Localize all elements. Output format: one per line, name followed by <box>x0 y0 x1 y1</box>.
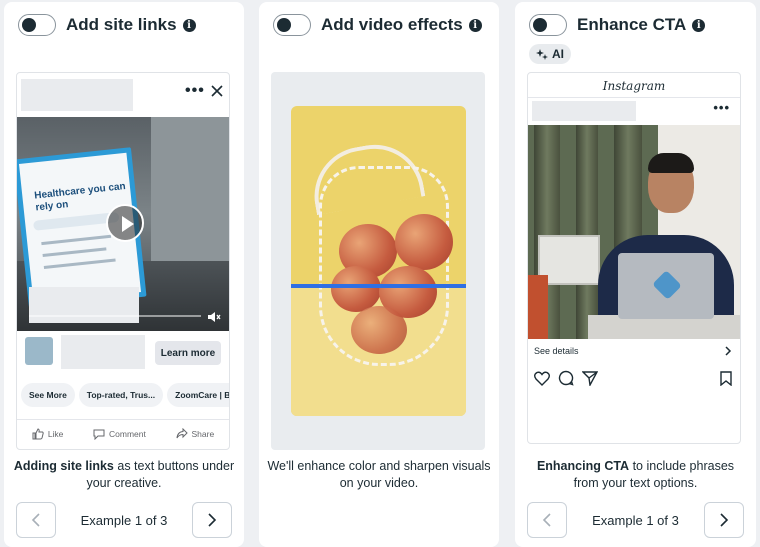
site-links-title: Add site links <box>66 15 177 34</box>
example-pager: Example 1 of 3 <box>16 502 232 538</box>
caption-placeholder <box>29 287 139 323</box>
chevron-right-icon <box>208 513 217 527</box>
info-icon[interactable]: i <box>468 18 482 32</box>
sparkle-icon <box>536 49 548 60</box>
see-details-bar[interactable]: See details <box>534 343 732 359</box>
comment-action[interactable]: Comment <box>93 428 146 440</box>
before-after-video <box>291 106 466 416</box>
comment-icon <box>93 429 105 440</box>
ai-badge: AI <box>529 44 571 64</box>
chevron-left-icon <box>31 513 40 527</box>
peach <box>351 306 407 354</box>
chevron-right-icon <box>720 513 729 527</box>
chevron-right-icon <box>725 346 732 356</box>
video-effects-description: We'll enhance color and sharpen visuals … <box>267 459 491 490</box>
pager-label: Example 1 of 3 <box>80 512 168 528</box>
share-label: Share <box>191 428 215 439</box>
next-button[interactable] <box>192 502 232 538</box>
wall-background <box>151 117 229 267</box>
enhance-cta-card: Enhance CTA i AI Instagram ••• See detai… <box>515 2 756 547</box>
send-icon[interactable] <box>582 370 598 386</box>
red-object <box>528 275 548 339</box>
enhance-cta-title: Enhance CTA <box>577 15 687 34</box>
like-label: Like <box>47 428 64 439</box>
toggle-knob <box>533 18 547 32</box>
video-effects-preview <box>271 72 485 450</box>
mute-icon[interactable] <box>207 311 221 323</box>
sign-line <box>42 247 107 258</box>
like-action[interactable]: Like <box>32 427 64 440</box>
instagram-ad-preview: Instagram ••• See details <box>527 72 741 444</box>
more-icon[interactable]: ••• <box>713 101 730 114</box>
video-effects-title: Add video effects <box>321 15 463 34</box>
chevron-left-icon <box>542 513 551 527</box>
site-link-chip[interactable]: ZoomCare | Beyo <box>167 383 229 407</box>
page-name-placeholder <box>21 79 133 111</box>
ad-image[interactable] <box>528 125 740 339</box>
laptop <box>618 253 714 319</box>
comparison-divider <box>291 284 466 288</box>
video-effects-toggle[interactable] <box>273 14 311 36</box>
enhance-cta-toggle[interactable] <box>529 14 567 36</box>
video-effects-card: Add video effects i We'll enhance color … <box>259 2 499 547</box>
site-links-toggle[interactable] <box>18 14 56 36</box>
like-icon <box>32 427 44 439</box>
site-links-description: Adding site links as text buttons under … <box>12 458 236 492</box>
previous-button[interactable] <box>16 502 56 538</box>
sign-line <box>43 258 116 269</box>
learn-more-button[interactable]: Learn more <box>155 341 221 365</box>
tree <box>576 125 598 339</box>
post-actions: Like Comment Share <box>17 419 229 447</box>
comment-label: Comment <box>109 428 146 439</box>
enhance-cta-header: Enhance CTA i <box>529 14 706 36</box>
video-effects-header: Add video effects i <box>273 14 482 36</box>
link-title-placeholder <box>61 335 145 369</box>
enhance-cta-description: Enhancing CTA to include phrases from yo… <box>523 458 748 492</box>
divider <box>528 97 740 98</box>
site-links-header: Add site links i <box>18 14 196 36</box>
heart-icon[interactable] <box>534 371 550 386</box>
play-icon[interactable] <box>106 204 144 242</box>
close-icon[interactable] <box>211 85 223 97</box>
site-links-card: Add site links i ••• Healthcare you can … <box>4 2 244 547</box>
see-details-label: See details <box>534 346 579 356</box>
site-link-chip[interactable]: See More <box>21 383 75 407</box>
share-icon <box>176 427 188 438</box>
desc-bold: Adding site links <box>13 459 114 473</box>
site-links-chips: See More Top-rated, Trus... ZoomCare | B… <box>21 383 229 407</box>
info-icon[interactable]: i <box>182 18 196 32</box>
example-pager: Example 1 of 3 <box>527 502 744 538</box>
bookmark-icon[interactable] <box>720 370 732 386</box>
desc-bold: Enhancing CTA <box>536 459 630 473</box>
instagram-actions <box>534 367 732 389</box>
peach <box>395 214 453 270</box>
video-progress-bar[interactable] <box>29 315 201 317</box>
instagram-logo: Instagram <box>602 79 666 93</box>
heart-logo <box>652 270 682 300</box>
pager-label: Example 1 of 3 <box>592 512 679 528</box>
facebook-ad-preview: ••• Healthcare you can rely on Learn mor… <box>16 72 230 450</box>
doctor-hair <box>648 153 694 173</box>
site-link-chip[interactable]: Top-rated, Trus... <box>78 383 164 407</box>
more-icon[interactable]: ••• <box>185 83 205 99</box>
peach <box>331 266 381 312</box>
previous-button[interactable] <box>527 502 567 538</box>
info-icon[interactable]: i <box>692 18 706 32</box>
toggle-knob <box>22 18 36 32</box>
username-placeholder <box>532 101 636 121</box>
link-thumbnail <box>25 337 53 365</box>
next-button[interactable] <box>704 502 744 538</box>
comment-bubble-icon[interactable] <box>558 370 574 386</box>
sign-line <box>41 234 112 246</box>
ai-badge-label: AI <box>552 47 564 61</box>
share-action[interactable]: Share <box>176 427 215 440</box>
ad-video[interactable]: Healthcare you can rely on <box>17 117 229 331</box>
toggle-knob <box>277 18 291 32</box>
